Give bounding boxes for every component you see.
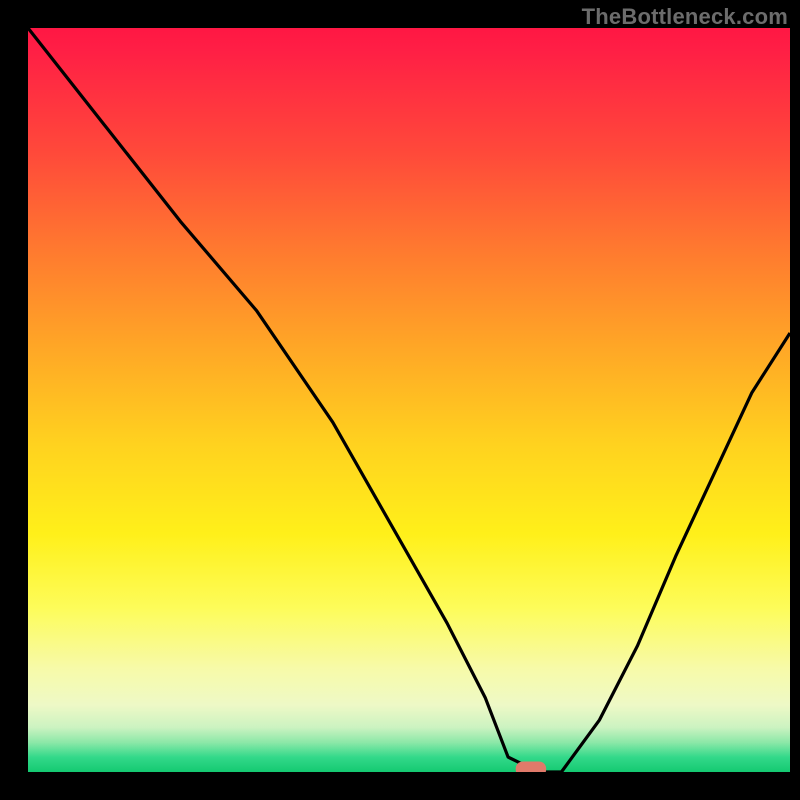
axis-left — [0, 0, 28, 800]
axis-bottom — [0, 772, 800, 800]
plot-background — [28, 28, 790, 772]
watermark-label: TheBottleneck.com — [582, 4, 788, 30]
axis-right — [790, 0, 800, 800]
chart-container: TheBottleneck.com — [0, 0, 800, 800]
bottleneck-chart — [0, 0, 800, 800]
